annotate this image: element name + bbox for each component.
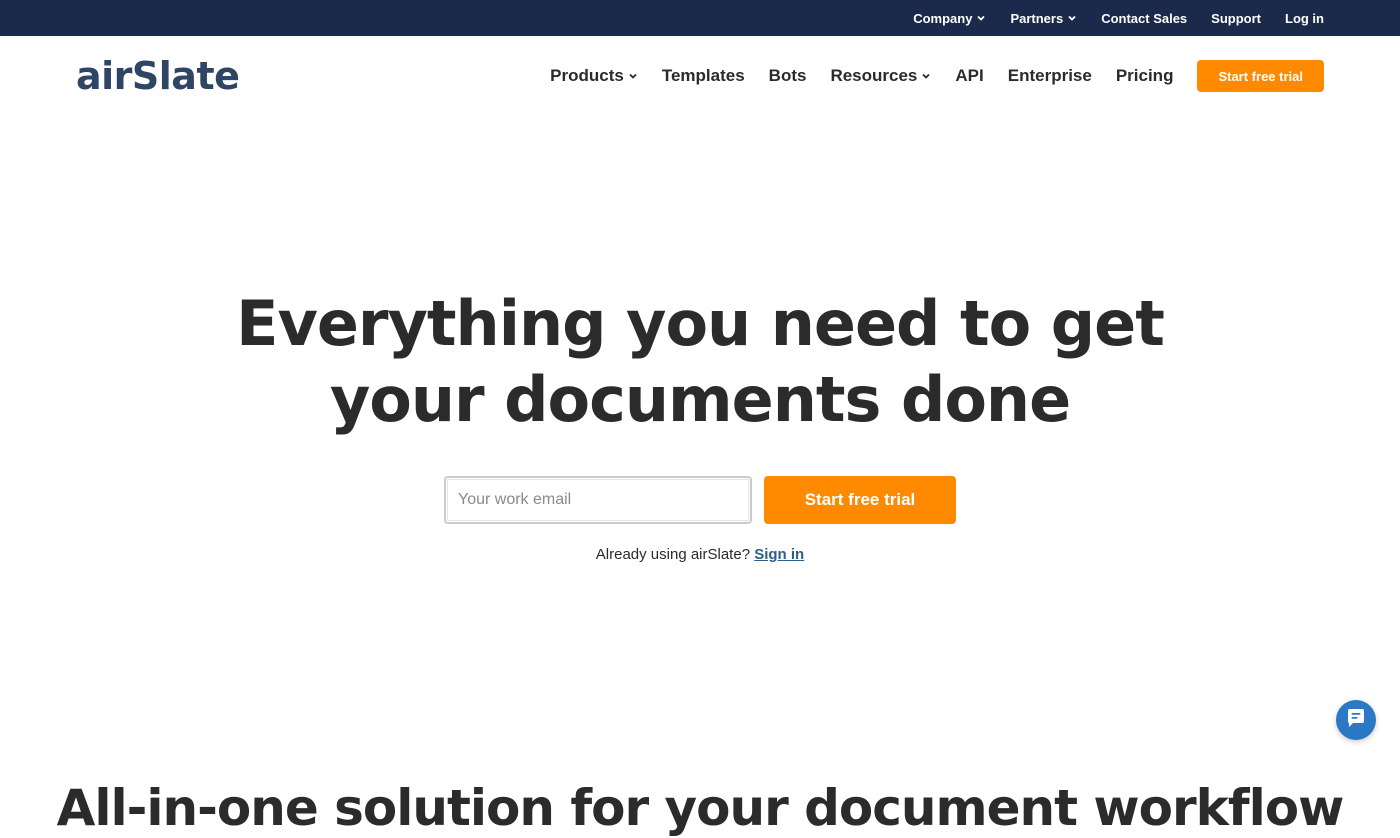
chevron-down-icon [1067, 13, 1077, 23]
signin-link[interactable]: Sign in [754, 546, 804, 563]
topbar-item-company[interactable]: Company [913, 11, 986, 26]
hero-title-line-2: your documents done [329, 363, 1071, 436]
nav-item-label: Resources [830, 66, 918, 85]
nav-item-label: Templates [661, 66, 745, 85]
main-header: airSlate Products Templates Bots Resourc… [0, 36, 1400, 116]
section-title: All-in-one solution for your document wo… [56, 779, 1345, 837]
topbar-item-partners[interactable]: Partners [1010, 11, 1077, 26]
nav-item-enterprise[interactable]: Enterprise [1008, 66, 1092, 86]
hero-start-trial-button[interactable]: Start free trial [764, 476, 956, 524]
topbar-item-login[interactable]: Log in [1285, 11, 1324, 26]
main-nav: Products Templates Bots Resources API En… [550, 60, 1324, 92]
nav-item-resources[interactable]: Resources [830, 66, 931, 86]
chevron-down-icon [976, 13, 986, 23]
hero-title: Everything you need to get your document… [200, 286, 1200, 438]
chat-bubble-icon [1345, 707, 1367, 734]
topbar-item-support[interactable]: Support [1211, 11, 1261, 26]
nav-item-api[interactable]: API [955, 66, 983, 86]
nav-item-templates[interactable]: Templates [662, 66, 745, 86]
chevron-down-icon [628, 71, 638, 81]
topbar-item-label: Partners [1010, 10, 1064, 26]
signin-prefix-text: Already using airSlate? [595, 546, 751, 563]
nav-item-pricing[interactable]: Pricing [1116, 66, 1174, 86]
airslate-logo[interactable]: airSlate [76, 54, 240, 98]
hero-title-line-1: Everything you need to get [236, 287, 1165, 360]
work-email-input[interactable] [444, 476, 752, 524]
topbar-item-label: Log in [1285, 10, 1324, 26]
nav-item-label: Enterprise [1007, 66, 1092, 85]
nav-item-label: Bots [768, 66, 807, 85]
nav-item-products[interactable]: Products [550, 66, 638, 86]
top-utility-bar: Company Partners Contact Sales Support L… [0, 0, 1400, 36]
topbar-item-label: Contact Sales [1101, 10, 1188, 26]
chat-widget-button[interactable] [1336, 700, 1376, 740]
nav-item-bots[interactable]: Bots [769, 66, 807, 86]
nav-item-label: Pricing [1115, 66, 1174, 85]
topbar-item-contact-sales[interactable]: Contact Sales [1101, 11, 1187, 26]
nav-item-label: API [955, 66, 984, 85]
signin-prompt: Already using airSlate? Sign in [0, 546, 1400, 563]
topbar-item-label: Company [913, 10, 973, 26]
topbar-item-label: Support [1211, 10, 1261, 26]
chevron-down-icon [921, 71, 931, 81]
nav-item-label: Products [550, 66, 624, 85]
header-start-trial-button[interactable]: Start free trial [1197, 60, 1324, 92]
signup-form: Start free trial [444, 476, 956, 524]
